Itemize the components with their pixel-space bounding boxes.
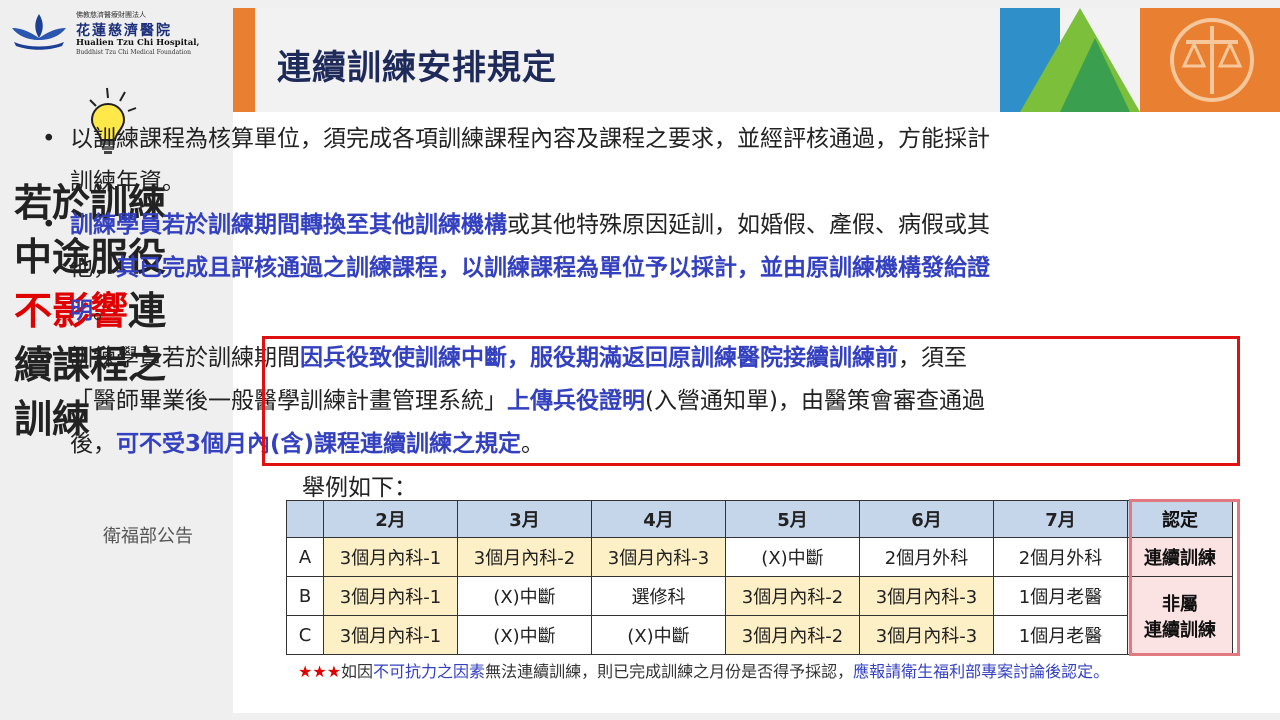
footnote-highlight-2: 應報請衛生福利部專案討論後認定。 [853, 662, 1110, 681]
tzu-chi-lotus-icon [12, 14, 66, 50]
decorative-banner-graphic [1000, 8, 1280, 112]
table-cell: 3個月內科-2 [457, 537, 592, 577]
table-header-cell [286, 500, 324, 538]
table-cell: (X)中斷 [457, 615, 592, 655]
result-cell: 非屬 連續訓練 [1127, 576, 1233, 655]
table-cell: 3個月內科-2 [725, 615, 860, 655]
table-cell: (X)中斷 [457, 576, 592, 616]
slide-title: 連續訓練安排規定 [277, 48, 557, 88]
result-line-2: 連續訓練 [1144, 619, 1216, 641]
bullet-paragraph-2: • 訓練學員若於訓練期間轉換至其他訓練機構或其他特殊原因延訓，如婚假、產假、病假或… [42, 204, 1002, 333]
paragraph-2-text-2: 。 [93, 298, 116, 324]
paragraph-2-highlight-2: 其已完成且評核通過之訓練課程，以訓練課程為單位予以採計，並由原訓練機構發給證明 [70, 255, 990, 324]
table-cell: (X)中斷 [725, 537, 860, 577]
result-cell: 連續訓練 [1127, 537, 1233, 577]
footnote-text-1: 如因 [341, 662, 374, 681]
table-cell: 3個月內科-1 [323, 537, 458, 577]
table-header-cell: 5月 [725, 500, 860, 538]
bullet-icon: • [42, 126, 56, 152]
table-cell: 1個月老醫 [993, 615, 1128, 655]
table-cell: (X)中斷 [591, 615, 726, 655]
table-cell: 3個月內科-3 [859, 615, 994, 655]
table-row: C 3個月內科-1 (X)中斷 (X)中斷 3個月內科-2 3個月內科-3 1個… [286, 615, 1233, 655]
table-header-cell: 7月 [993, 500, 1128, 538]
table-header-cell: 2月 [323, 500, 458, 538]
table-header-cell: 6月 [859, 500, 994, 538]
table-cell: 選修科 [591, 576, 726, 616]
bullet-icon: • [42, 212, 56, 238]
table-cell: 3個月內科-1 [323, 615, 458, 655]
table-cell: 3個月內科-3 [859, 576, 994, 616]
logo-english-name: Hualien Tzu Chi Hospital, [76, 38, 200, 48]
table-cell: 2個月外科 [993, 537, 1128, 577]
footnote-text-2: 無法連續訓練，則已完成訓練之月份是否得予採認， [485, 662, 854, 681]
paragraph-1-text: 以訓練課程為核算單位，須完成各項訓練課程內容及課程之要求，並經評核通過，方能採計… [70, 126, 990, 195]
footnote-highlight-1: 不可抗力之因素 [373, 662, 486, 681]
row-label: C [286, 615, 324, 655]
star-icons: ★★★ [298, 662, 342, 681]
title-bar: 連續訓練安排規定 [233, 8, 1280, 112]
table-header-cell: 4月 [591, 500, 726, 538]
table-row: B 3個月內科-1 (X)中斷 選修科 3個月內科-2 3個月內科-3 1個月老… [286, 576, 1233, 655]
source-label: 衛福部公告 [103, 526, 193, 547]
accent-bar [233, 8, 255, 112]
bullet-icon: • [42, 345, 56, 371]
table-cell: 2個月外科 [859, 537, 994, 577]
logo-small-text: 佛教慈濟醫療財團法人 [76, 11, 146, 19]
table-cell: 3個月內科-3 [591, 537, 726, 577]
result-line-1: 非屬 [1162, 593, 1198, 615]
table-cell: 3個月內科-1 [323, 576, 458, 616]
table-cell: 1個月老醫 [993, 576, 1128, 616]
logo-chinese-name: 花蓮慈濟醫院 [76, 23, 172, 39]
logo-english-subname: Buddhist Tzu Chi Medical Foundation [76, 49, 191, 56]
training-schedule-table: 2月 3月 4月 5月 6月 7月 認定 A 3個月內科-1 3個月內科-2 3… [286, 500, 1233, 655]
row-label: B [286, 576, 324, 616]
bullet-paragraph-1: • 以訓練課程為核算單位，須完成各項訓練課程內容及課程之要求，並經評核通過，方能採… [42, 118, 1002, 204]
table-header-cell: 3月 [457, 500, 592, 538]
example-label: 舉例如下： [302, 475, 417, 501]
military-rule-highlight-box [262, 336, 1240, 466]
table-header-cell: 認定 [1127, 500, 1233, 538]
row-label: A [286, 537, 324, 577]
footnote: ★★★如因不可抗力之因素無法連續訓練，則已完成訓練之月份是否得予採認，應報請衛生… [298, 660, 1238, 683]
table-cell: 3個月內科-2 [725, 576, 860, 616]
table-row: A 3個月內科-1 3個月內科-2 3個月內科-3 (X)中斷 2個月外科 2個… [286, 537, 1233, 577]
table-header-row: 2月 3月 4月 5月 6月 7月 認定 [286, 500, 1233, 538]
paragraph-2-highlight-1: 訓練學員若於訓練期間轉換至其他訓練機構 [70, 212, 507, 238]
hospital-logo: 佛教慈濟醫療財團法人 花蓮慈濟醫院 Hualien Tzu Chi Hospit… [8, 8, 208, 56]
